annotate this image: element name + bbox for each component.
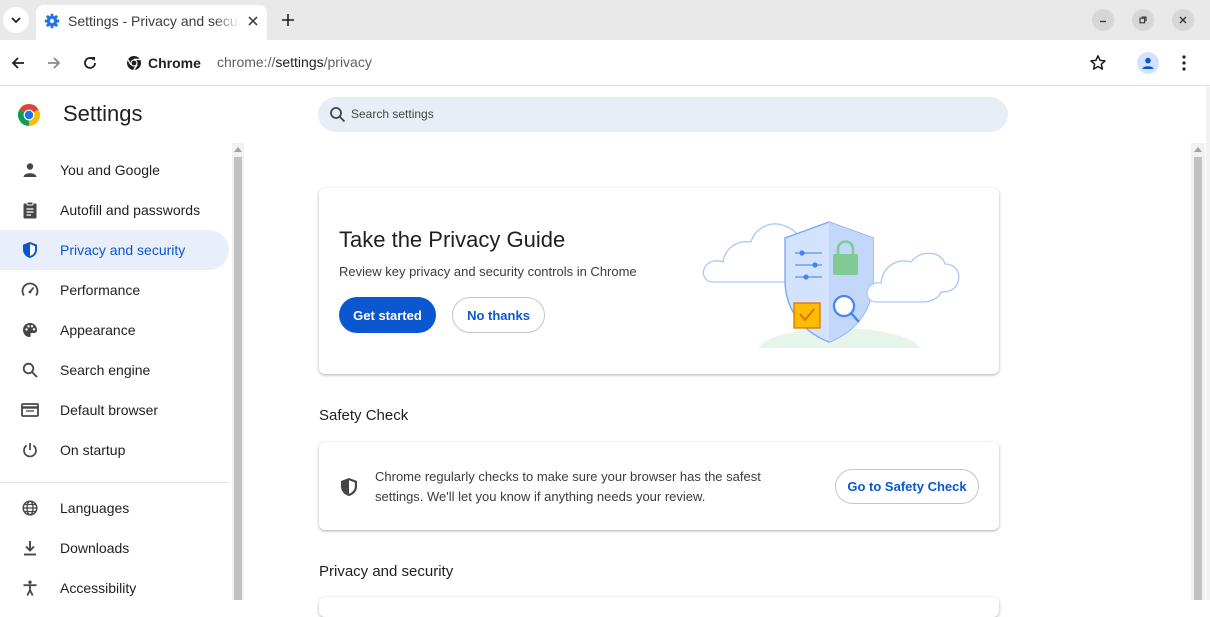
omnibox[interactable]: Chrome chrome://settings/privacy — [116, 46, 1126, 80]
privacy-and-security-card — [319, 597, 999, 617]
omnibox-chip-label: Chrome — [148, 55, 201, 71]
privacy-guide-card: Take the Privacy Guide Review key privac… — [319, 188, 999, 374]
profile-avatar[interactable] — [1137, 52, 1159, 74]
settings-sidebar: You and Google Autofill and passwords Pr… — [0, 150, 232, 600]
sidebar-item-you-and-google[interactable]: You and Google — [0, 150, 229, 190]
scroll-up-arrow-icon[interactable] — [1194, 147, 1202, 152]
sidebar-item-search-engine[interactable]: Search engine — [0, 350, 229, 390]
safety-check-description: Chrome regularly checks to make sure you… — [375, 469, 761, 504]
sidebar-item-label: Default browser — [60, 402, 159, 418]
privacy-and-security-heading: Privacy and security — [319, 563, 454, 580]
sidebar-item-performance[interactable]: Performance — [0, 270, 229, 310]
palette-icon — [20, 320, 40, 340]
close-window-button[interactable] — [1172, 9, 1194, 31]
three-dot-menu-icon — [1182, 55, 1186, 71]
url-path: /privacy — [323, 54, 372, 70]
sidebar-item-label: You and Google — [60, 162, 160, 178]
safety-check-heading: Safety Check — [319, 407, 409, 424]
url-scheme: chrome:// — [217, 54, 276, 70]
chrome-icon — [126, 56, 141, 71]
privacy-guide-description: Review key privacy and security controls… — [339, 264, 637, 279]
settings-title: Settings — [63, 101, 143, 126]
download-icon — [20, 538, 40, 558]
tab-search-button[interactable] — [3, 7, 29, 33]
tab-title: Settings - Privacy and security — [68, 13, 240, 29]
sidebar-item-default-browser[interactable]: Default browser — [0, 390, 229, 430]
window-edge — [1206, 87, 1210, 600]
tab-close-icon[interactable] — [245, 13, 261, 29]
privacy-guide-illustration — [702, 221, 960, 358]
close-icon — [1179, 16, 1187, 24]
sidebar-item-label: Search engine — [60, 362, 151, 378]
sidebar-item-label: On startup — [60, 442, 126, 458]
sidebar-item-privacy-and-security[interactable]: Privacy and security — [0, 230, 229, 270]
sidebar-item-languages[interactable]: Languages — [0, 488, 229, 528]
shield-icon — [20, 240, 40, 260]
search-settings-input[interactable]: Search settings — [318, 97, 1008, 132]
search-icon — [20, 360, 40, 380]
safety-check-card: Chrome regularly checks to make sure you… — [319, 442, 999, 530]
sidebar-item-label: Languages — [60, 500, 130, 516]
settings-gear-icon — [44, 13, 60, 29]
back-arrow-icon — [11, 57, 24, 69]
main-scrollbar[interactable] — [1191, 143, 1205, 600]
sidebar-item-accessibility[interactable]: Accessibility — [0, 568, 229, 608]
forward-arrow-icon — [48, 57, 61, 69]
shield-icon — [341, 478, 357, 496]
tab-strip: Settings - Privacy and security — [0, 0, 1210, 40]
main-scrollbar-thumb[interactable] — [1194, 157, 1202, 600]
minimize-button[interactable] — [1092, 9, 1114, 31]
url-host: settings — [275, 54, 324, 70]
site-info-chip[interactable]: Chrome — [120, 50, 209, 76]
accessibility-icon — [20, 578, 40, 598]
sidebar-item-autofill[interactable]: Autofill and passwords — [0, 190, 229, 230]
sidebar-divider — [0, 482, 229, 483]
sidebar-item-label: Accessibility — [60, 580, 137, 596]
sidebar-scrollbar[interactable] — [232, 143, 244, 600]
chrome-logo-icon — [17, 104, 41, 126]
menu-button[interactable] — [1172, 51, 1196, 75]
minimize-icon — [1100, 20, 1106, 23]
globe-icon — [20, 498, 40, 518]
sidebar-item-label: Privacy and security — [60, 242, 186, 258]
bookmark-button[interactable] — [1086, 51, 1110, 75]
chevron-down-icon — [11, 17, 21, 24]
privacy-guide-title: Take the Privacy Guide — [339, 227, 566, 252]
forward-button[interactable] — [42, 51, 66, 75]
person-icon — [1142, 57, 1154, 69]
plus-icon — [282, 14, 294, 26]
person-icon — [20, 160, 40, 180]
sidebar-item-label: Downloads — [60, 540, 130, 556]
sidebar-item-on-startup[interactable]: On startup — [0, 430, 229, 470]
restore-icon — [1139, 16, 1147, 24]
speedometer-icon — [20, 280, 40, 300]
settings-header: Settings Search settings — [0, 87, 1206, 143]
browser-toolbar: Chrome chrome://settings/privacy — [0, 40, 1210, 86]
url-text[interactable]: chrome://settings/privacy — [217, 54, 372, 70]
reload-icon — [84, 57, 96, 69]
power-icon — [20, 440, 40, 460]
reload-button[interactable] — [78, 51, 102, 75]
sidebar-item-label: Autofill and passwords — [60, 202, 201, 218]
sidebar-item-label: Performance — [60, 282, 141, 298]
active-tab[interactable]: Settings - Privacy and security — [36, 5, 267, 40]
sidebar-item-downloads[interactable]: Downloads — [0, 528, 229, 568]
sidebar-item-appearance[interactable]: Appearance — [0, 310, 229, 350]
star-icon — [1090, 55, 1106, 70]
get-started-button[interactable]: Get started — [339, 297, 436, 333]
sidebar-scrollbar-thumb[interactable] — [234, 157, 242, 600]
restore-button[interactable] — [1132, 9, 1154, 31]
go-to-safety-check-button[interactable]: Go to Safety Check — [835, 469, 979, 504]
sidebar-item-label: Appearance — [60, 322, 136, 338]
scroll-up-arrow-icon[interactable] — [234, 147, 242, 152]
search-icon — [330, 107, 346, 123]
no-thanks-button[interactable]: No thanks — [452, 297, 545, 333]
browser-window-icon — [20, 400, 40, 420]
search-placeholder: Search settings — [351, 107, 434, 121]
new-tab-button[interactable] — [277, 9, 299, 31]
back-button[interactable] — [6, 51, 30, 75]
clipboard-icon — [20, 200, 40, 220]
